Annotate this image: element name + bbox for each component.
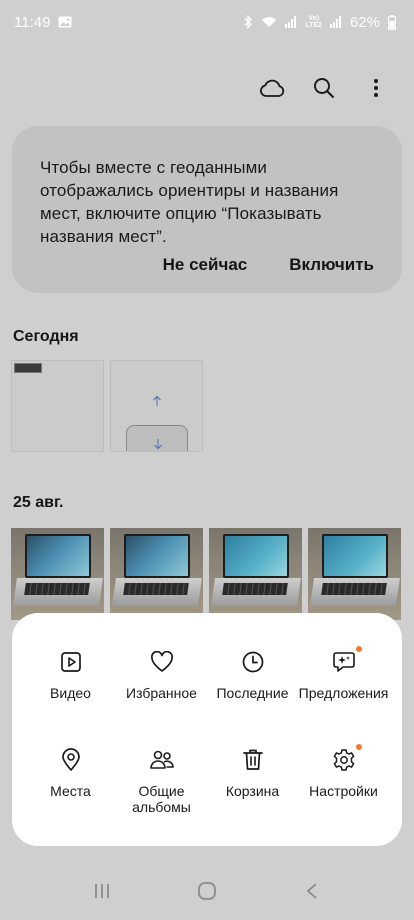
volte-lte-icon: Vo) LTE2 [305, 15, 322, 29]
battery-icon [388, 14, 396, 30]
recents-icon[interactable] [82, 871, 122, 911]
status-bar: 11:49 Vo) LTE2 62% [0, 0, 414, 44]
menu-item-label: Предложения [298, 685, 389, 701]
settings-icon [331, 744, 362, 773]
photo-thumbnail[interactable] [110, 528, 203, 620]
menu-item-shared-albums[interactable]: Общие альбомы [113, 747, 210, 815]
menu-item-label: Места [50, 783, 91, 799]
menu-item-places[interactable]: Места [22, 747, 119, 799]
trash-icon [240, 747, 266, 773]
menu-item-video[interactable]: Видео [22, 649, 119, 701]
signal-icon [285, 16, 297, 28]
prompt-message: Чтобы вместе с геоданными отображались о… [40, 158, 339, 246]
location-pin-icon [58, 747, 84, 773]
battery-percent: 62% [349, 13, 380, 31]
menu-item-label: Последние [216, 685, 289, 701]
photo-thumbnail[interactable] [209, 528, 302, 620]
prompt-actions: Не сейчас Включить [163, 255, 374, 275]
wifi-icon [261, 16, 277, 28]
video-icon [58, 649, 84, 675]
upload-arrow-icon [153, 395, 161, 406]
location-names-prompt: Чтобы вместе с геоданными отображались о… [12, 126, 402, 293]
laptop-screen [322, 534, 388, 578]
menu-item-label: Общие альбомы [132, 783, 191, 815]
notification-badge [355, 744, 362, 750]
status-time: 11:49 [14, 13, 51, 31]
notification-badge [355, 646, 362, 652]
menu-item-label: Избранное [126, 685, 197, 701]
home-icon[interactable] [187, 871, 227, 911]
laptop-keyboard [24, 583, 90, 595]
photo-thumbnail[interactable] [11, 528, 104, 620]
menu-item-favorites[interactable]: Избранное [113, 649, 210, 701]
photo-thumbnail[interactable] [308, 528, 401, 620]
enable-button[interactable]: Включить [289, 255, 374, 275]
cloud-icon[interactable] [256, 72, 288, 104]
thumbnail-preview [126, 425, 188, 451]
thumbnail-preview [14, 363, 42, 373]
more-vertical-icon[interactable] [360, 72, 392, 104]
laptop-screen [25, 534, 91, 578]
photo-thumbnail[interactable] [11, 360, 104, 452]
image-icon [58, 16, 72, 28]
section-title-today: Сегодня [13, 328, 79, 345]
shared-albums-icon [149, 747, 175, 773]
laptop-screen [223, 534, 289, 578]
menu-item-label: Настройки [309, 783, 378, 799]
menu-item-recent[interactable]: Последние [204, 649, 301, 701]
suggestions-icon [331, 646, 362, 675]
section-title-date: 25 авг. [13, 494, 64, 511]
bluetooth-icon [243, 15, 253, 29]
menu-item-trash[interactable]: Корзина [204, 747, 301, 799]
laptop-screen [124, 534, 190, 578]
laptop-keyboard [123, 583, 189, 595]
back-icon[interactable] [292, 871, 332, 911]
download-arrow-icon [154, 439, 162, 450]
photo-thumbnail[interactable] [110, 360, 203, 452]
clock-icon [240, 649, 266, 675]
heart-icon [149, 649, 175, 675]
menu-item-settings[interactable]: Настройки [295, 744, 392, 799]
not-now-button[interactable]: Не сейчас [163, 255, 248, 275]
top-toolbar [256, 72, 392, 104]
search-icon[interactable] [308, 72, 340, 104]
menu-item-suggestions[interactable]: Предложения [295, 646, 392, 701]
menu-item-label: Корзина [225, 783, 280, 799]
signal-icon [329, 16, 342, 28]
system-nav-bar [0, 862, 414, 920]
laptop-keyboard [222, 583, 288, 595]
menu-item-label: Видео [50, 685, 91, 701]
laptop-keyboard [321, 583, 387, 595]
gallery-menu-sheet: Видео Избранное Последние Предложения Ме… [12, 613, 402, 846]
